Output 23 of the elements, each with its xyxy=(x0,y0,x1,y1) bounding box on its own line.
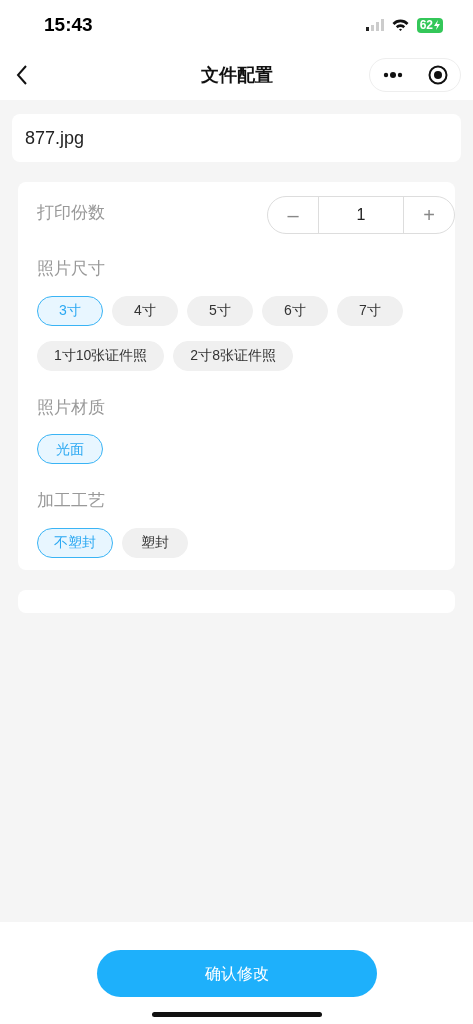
option-group-label: 加工工艺 xyxy=(37,490,105,512)
option-group-label: 照片材质 xyxy=(37,396,105,419)
option-group-label: 照片尺寸 xyxy=(37,258,105,280)
option-chip[interactable]: 7寸 xyxy=(337,295,403,326)
option-chip[interactable]: 1寸10张证件照 xyxy=(37,340,165,371)
option-chip[interactable]: 塑封 xyxy=(122,527,188,558)
page-title: 文件配置 xyxy=(200,63,273,87)
signal-icon xyxy=(365,19,384,31)
close-target-icon[interactable] xyxy=(427,65,448,85)
file-name: 877.jpg xyxy=(25,126,85,150)
increase-button[interactable]: + xyxy=(404,197,454,233)
more-icon[interactable] xyxy=(382,72,403,78)
battery-indicator: 62 xyxy=(416,17,443,33)
option-chip[interactable]: 4寸 xyxy=(112,295,178,326)
status-time: 15:43 xyxy=(44,12,93,37)
option-chip[interactable]: 2寸8张证件照 xyxy=(173,340,293,371)
copies-value[interactable]: 1 xyxy=(318,197,404,233)
option-chip[interactable]: 6寸 xyxy=(262,295,328,326)
decrease-button[interactable]: – xyxy=(268,197,318,233)
option-chip[interactable]: 5寸 xyxy=(187,295,253,326)
back-icon[interactable] xyxy=(16,65,28,85)
wifi-icon xyxy=(391,19,409,31)
copies-label: 打印份数 xyxy=(37,202,105,224)
